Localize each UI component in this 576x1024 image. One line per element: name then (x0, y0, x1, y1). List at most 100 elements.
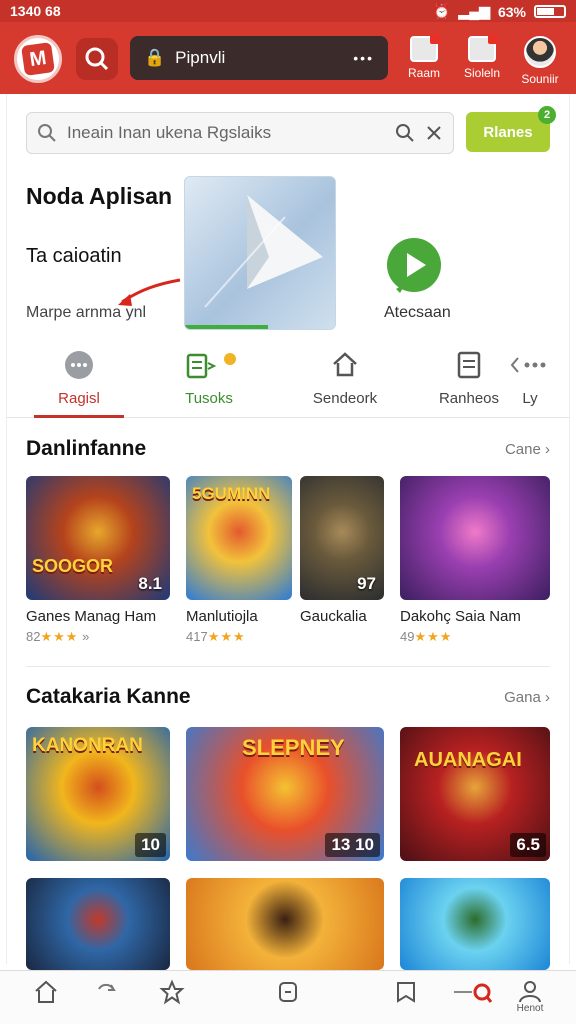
tab-label: Tusoks (185, 390, 233, 407)
nav-favorites[interactable] (150, 979, 194, 1005)
section-more-label: Gana (504, 689, 541, 706)
game-rating: 82★★★ » (26, 629, 170, 645)
header-action-sioleln[interactable]: Sioleln (458, 34, 506, 80)
section-more-label: Cane (504, 441, 541, 458)
nav-toggle[interactable] (450, 979, 494, 1005)
rating-extra: » (82, 629, 90, 644)
game-name: Gauckalia (300, 608, 367, 625)
game-thumbnail: 97 (300, 476, 384, 600)
nav-profile[interactable]: Henot (508, 979, 552, 1014)
toggle-icon (454, 983, 492, 1003)
game-name: Ganes Manag Ham (26, 608, 157, 625)
search-field[interactable]: Ineain Inan ukena Rgslaiks (26, 112, 454, 154)
game-card[interactable]: AUANAGAI 6.5 (400, 727, 550, 861)
game-card[interactable]: SOOGOR 8.1 Ganes Manag Ham 82★★★ » (26, 476, 170, 645)
nav-apps[interactable] (266, 979, 310, 1005)
game-thumbnail (400, 476, 550, 600)
header-action-raam[interactable]: Raam (400, 34, 448, 80)
play-button[interactable] (384, 237, 444, 297)
tab-ragisl[interactable]: Ragisl (24, 344, 134, 418)
game-badge: 10 (135, 833, 166, 857)
home-icon (35, 980, 57, 1003)
refresh-icon (98, 983, 116, 991)
game-badge: 6.5 (510, 833, 546, 857)
rating-count: 49 (400, 629, 415, 644)
game-thumbnail (186, 878, 384, 970)
game-thumbnail-title: SLEPNEY (242, 735, 345, 760)
tab-sendeork[interactable]: Sendeork (290, 344, 400, 418)
nav-profile-label: Henot (516, 1003, 544, 1014)
battery-percent: 63% (497, 3, 526, 20)
game-badge: 97 (357, 574, 376, 593)
game-card[interactable]: KANONRAN 10 (26, 727, 170, 861)
search-submit-icon[interactable] (395, 123, 415, 143)
game-card[interactable]: 97 Gauckalia (300, 476, 384, 625)
tab-label: Ly (522, 390, 538, 407)
nav-refresh[interactable] (84, 979, 128, 1005)
category-tabs: Ragisl Tusoks Sendeork Ranheos Ly (6, 344, 570, 418)
game-thumbnail-title: KANONRAN (32, 735, 143, 756)
app-header: M 🔒 Pipnvli ••• Raam Sioleln Souniir (0, 22, 576, 94)
rating-stars: ★★★ (207, 629, 246, 644)
game-thumbnail: SOOGOR 8.1 (26, 476, 170, 600)
more-dots-icon[interactable]: ••• (353, 50, 374, 66)
game-card[interactable] (186, 878, 384, 970)
notification-badge: 2 (538, 106, 556, 124)
bottom-navigation: Henot (0, 970, 576, 1024)
tab-ly[interactable]: Ly (500, 344, 560, 418)
nav-bookmarks[interactable] (384, 979, 428, 1005)
game-card[interactable]: SLEPNEY 13 10 (186, 727, 384, 861)
battery-icon (534, 5, 566, 18)
game-card[interactable]: 5GUMINN Manlutiojla 417★★★ (186, 476, 292, 645)
gift-icon (410, 34, 440, 62)
red-arrow-icon (118, 278, 181, 306)
section-divider (26, 666, 550, 667)
profile-icon (519, 981, 541, 1003)
section-more-link[interactable]: Cane › (505, 441, 550, 458)
rating-count: 82 (26, 629, 41, 644)
section-more-link[interactable]: Gana › (504, 689, 550, 706)
tasks-icon (154, 348, 264, 382)
section-title: Danlinfanne (26, 437, 147, 460)
game-thumbnail-title: AUANAGAI (414, 749, 522, 771)
game-card[interactable]: Dakohç Saia Nam 49★★★ (400, 476, 550, 645)
rating-count: 417 (186, 629, 208, 644)
bookmark-icon (397, 982, 415, 1003)
game-thumbnail: AUANAGAI 6.5 (400, 727, 550, 861)
game-thumbnail-title: SOOGOR (32, 556, 114, 576)
header-search-text: Pipnvli (175, 48, 226, 67)
alarm-icon: ⏰ (433, 3, 451, 19)
game-card[interactable] (26, 878, 170, 970)
header-search-box[interactable]: 🔒 Pipnvli ••• (130, 36, 388, 80)
status-time: 1340 68 (10, 3, 61, 19)
logo-mark: M (21, 42, 55, 76)
header-action-profile[interactable]: Souniir (516, 36, 564, 86)
rlanes-button[interactable]: Rlanes 2 (466, 106, 556, 152)
game-badge: 8.1 (138, 574, 162, 593)
promo-image[interactable] (184, 176, 336, 330)
promo-title: Noda Aplisan (26, 183, 173, 209)
close-icon[interactable] (425, 124, 443, 142)
tab-tusoks[interactable]: Tusoks (154, 344, 264, 418)
tab-label: Sendeork (312, 390, 378, 407)
search-placeholder: Ineain Inan ukena Rgslaiks (67, 123, 272, 142)
lock-icon: 🔒 (144, 48, 166, 67)
game-thumbnail: 5GUMINN (186, 476, 292, 600)
promo-subtitle: Ta caioatin (26, 245, 122, 267)
nav-home[interactable] (24, 979, 68, 1005)
rlanes-button-label: Rlanes (483, 123, 533, 141)
app-logo[interactable]: M (14, 35, 62, 83)
game-rating: 49★★★ (400, 629, 550, 645)
avatar (524, 36, 556, 68)
paper-plane-icon (204, 195, 323, 308)
game-thumbnail (400, 878, 550, 970)
header-search-button[interactable] (76, 38, 118, 80)
search-icon (38, 124, 56, 142)
game-badge: 13 10 (325, 833, 380, 857)
play-label: Atecsaan (384, 304, 451, 321)
header-action-label: Raam (407, 66, 440, 80)
header-action-label: Souniir (521, 72, 559, 86)
game-card[interactable] (400, 878, 550, 970)
status-bar: 1340 68 ⏰ ▂▄▆ 63% (0, 0, 576, 22)
game-thumbnail: KANONRAN 10 (26, 727, 170, 861)
